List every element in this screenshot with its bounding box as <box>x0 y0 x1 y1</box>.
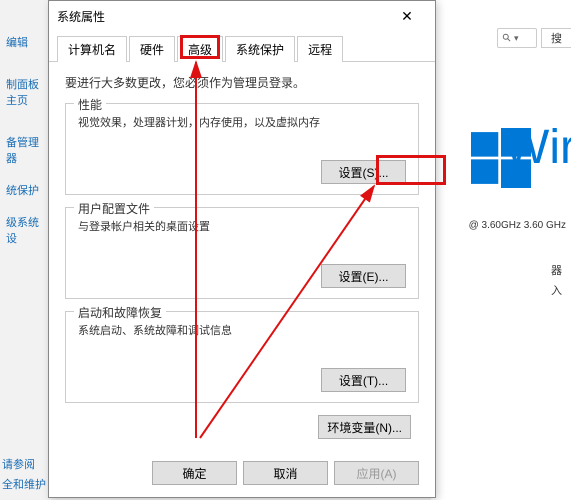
char-2: 入 <box>551 282 571 298</box>
tab-computer-name[interactable]: 计算机名 <box>57 36 127 62</box>
char-1: 器 <box>551 262 571 278</box>
system-properties-dialog: 系统属性 ✕ 计算机名 硬件 高级 系统保护 远程 要进行大多数更改，您必须作为… <box>48 0 436 498</box>
titlebar: 系统属性 ✕ <box>49 1 435 31</box>
performance-title: 性能 <box>74 96 106 113</box>
security-link[interactable]: 全和维护 <box>2 474 46 494</box>
sidebar-item-protect[interactable]: 统保护 <box>0 178 48 202</box>
profiles-group: 用户配置文件 与登录帐户相关的桌面设置 设置(E)... <box>65 207 419 299</box>
sidebar: 编辑 制面板主页 备管理器 统保护 级系统设 <box>0 0 48 500</box>
startup-title: 启动和故障恢复 <box>74 304 166 321</box>
startup-group: 启动和故障恢复 系统启动、系统故障和调试信息 设置(T)... <box>65 311 419 403</box>
performance-group: 性能 视觉效果，处理器计划，内存使用，以及虚拟内存 设置(S)... <box>65 103 419 195</box>
search-dropdown[interactable]: 搜 <box>541 28 571 48</box>
ok-button[interactable]: 确定 <box>152 461 237 485</box>
startup-desc: 系统启动、系统故障和调试信息 <box>78 322 406 338</box>
env-row: 环境变量(N)... <box>65 415 419 439</box>
apply-button[interactable]: 应用(A) <box>334 461 419 485</box>
profiles-settings-button[interactable]: 设置(E)... <box>321 264 406 288</box>
admin-note: 要进行大多数更改，您必须作为管理员登录。 <box>65 74 419 91</box>
cpu-info: @ 3.60GHz 3.60 GHz <box>469 220 566 231</box>
close-button[interactable]: ✕ <box>387 1 427 31</box>
dialog-content: 要进行大多数更改，您必须作为管理员登录。 性能 视觉效果，处理器计划，内存使用，… <box>49 62 435 451</box>
tab-hardware[interactable]: 硬件 <box>129 36 175 62</box>
tabstrip: 计算机名 硬件 高级 系统保护 远程 <box>49 35 435 62</box>
sidebar-item-edit[interactable]: 编辑 <box>0 30 48 54</box>
tab-remote[interactable]: 远程 <box>297 36 343 62</box>
search-box[interactable]: ▾ <box>497 28 537 48</box>
sidebar-item-home[interactable]: 制面板主页 <box>0 72 48 112</box>
sidebar-item-advanced[interactable]: 级系统设 <box>0 210 48 250</box>
tab-system-protection[interactable]: 系统保护 <box>225 36 295 62</box>
tab-advanced[interactable]: 高级 <box>177 36 223 62</box>
startup-settings-button[interactable]: 设置(T)... <box>321 368 406 392</box>
dialog-title: 系统属性 <box>57 8 105 25</box>
search-icon <box>502 33 512 43</box>
sidebar-item-devmgr[interactable]: 备管理器 <box>0 130 48 170</box>
performance-settings-button[interactable]: 设置(S)... <box>321 160 406 184</box>
windows-text: Wir <box>504 120 571 175</box>
profiles-title: 用户配置文件 <box>74 200 154 217</box>
profiles-desc: 与登录帐户相关的桌面设置 <box>78 218 406 234</box>
performance-desc: 视觉效果，处理器计划，内存使用，以及虚拟内存 <box>78 114 406 130</box>
dialog-actions: 确定 取消 应用(A) <box>152 461 419 485</box>
bottom-links: 请参阅 全和维护 <box>2 454 46 494</box>
cancel-button[interactable]: 取消 <box>243 461 328 485</box>
close-icon: ✕ <box>401 8 413 25</box>
env-variables-button[interactable]: 环境变量(N)... <box>318 415 411 439</box>
background-right: ▾ 搜 Wir @ 3.60GHz 3.60 GHz 器 入 <box>431 0 571 500</box>
see-also-link[interactable]: 请参阅 <box>2 454 46 474</box>
